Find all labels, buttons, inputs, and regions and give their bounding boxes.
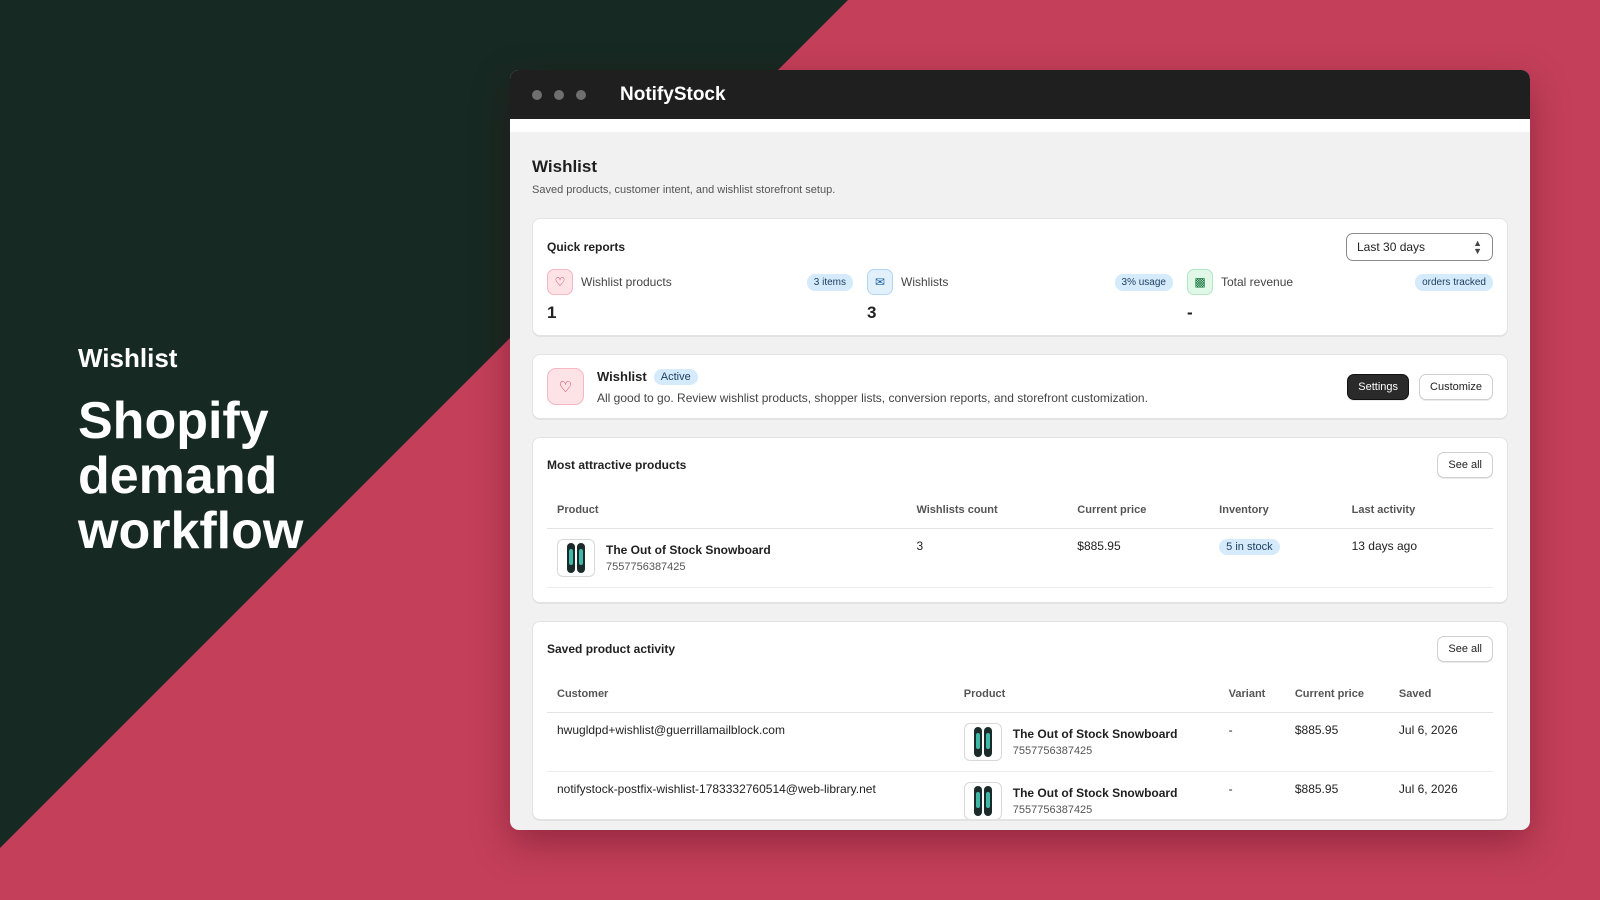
attractive-products-table: Product Wishlists count Current price In…	[547, 496, 1493, 588]
column-header: Product	[547, 496, 907, 529]
current-price: $885.95	[1067, 528, 1210, 588]
saved-activity-table: Customer Product Variant Current price S…	[547, 680, 1493, 819]
column-header: Variant	[1218, 680, 1285, 713]
page-title: Wishlist	[532, 157, 598, 176]
column-header: Current price	[1067, 496, 1210, 529]
column-header: Customer	[547, 680, 954, 713]
stat-value: 3	[867, 303, 877, 322]
product-id: 7557756387425	[1012, 745, 1093, 757]
snowboard-thumbnail	[963, 723, 1002, 761]
table-row[interactable]: notifystock-postfix-wishlist-17833327605…	[547, 771, 1493, 819]
snowboard-thumbnail	[963, 782, 1002, 819]
product-name[interactable]: The Out of Stock Snowboard	[1013, 786, 1178, 800]
customer-email: hwugldpd+wishlist@guerrillamailblock.com	[547, 712, 954, 772]
stat-wishlist-products: ♡ Wishlist products 3 items 1	[547, 269, 867, 323]
date-range-value: Last 30 days	[1357, 240, 1426, 254]
stat-label: Total revenue	[1221, 275, 1294, 289]
column-header: Inventory	[1209, 496, 1342, 529]
chart-icon: ▩	[1187, 269, 1213, 295]
saved-activity-card: Saved product activity See all Customer …	[532, 621, 1508, 820]
banner-description: All good to go. Review wishlist products…	[597, 390, 1148, 405]
hero-section: Wishlist Shopify demand workflow	[78, 343, 408, 559]
window-close-dot[interactable]	[532, 89, 542, 100]
attractive-products-card: Most attractive products See all Product…	[532, 437, 1508, 603]
date-range-select[interactable]: Last 30 days ▲ ▼	[1346, 233, 1493, 261]
select-chevron-icon: ▲ ▼	[1473, 238, 1482, 256]
snowboard-thumbnail	[557, 539, 595, 577]
stat-total-revenue: ▩ Total revenue orders tracked -	[1187, 269, 1493, 323]
column-header: Saved	[1388, 680, 1493, 713]
column-header: Current price	[1284, 680, 1389, 713]
attractive-products-title: Most attractive products	[547, 458, 687, 472]
hero-headline: Shopify demand workflow	[78, 392, 304, 560]
product-id: 7557756387425	[1012, 804, 1093, 816]
stat-wishlists: ✉ Wishlists 3% usage 3	[867, 269, 1187, 323]
stat-value: 1	[547, 303, 557, 322]
app-title: NotifyStock	[620, 83, 726, 105]
main-content: Wishlist Saved products, customer intent…	[510, 132, 1530, 820]
heart-icon: ♡	[547, 269, 573, 295]
mail-icon: ✉	[867, 269, 893, 295]
inventory-badge: 5 in stock	[1219, 539, 1280, 555]
window-minimize-dot[interactable]	[554, 89, 564, 100]
page-subtitle: Saved products, customer intent, and wis…	[532, 184, 836, 196]
saved-date: Jul 6, 2026	[1388, 712, 1493, 772]
stat-label: Wishlist products	[581, 275, 672, 289]
current-price: $885.95	[1284, 712, 1389, 772]
status-badge: Active	[653, 368, 698, 385]
wishlist-status-banner: ♡ Wishlist Active All good to go. Review…	[532, 354, 1508, 419]
table-row[interactable]: The Out of Stock Snowboard 7557756387425…	[547, 528, 1493, 588]
quick-reports-title: Quick reports	[547, 240, 626, 254]
heart-icon: ♡	[547, 368, 584, 405]
banner-title: Wishlist	[597, 369, 647, 384]
see-all-button[interactable]: See all	[1437, 636, 1493, 662]
window-maximize-dot[interactable]	[576, 89, 586, 100]
stat-badge: 3% usage	[1114, 273, 1173, 291]
quick-reports-card: Quick reports Last 30 days ▲ ▼ ♡ Wishlist…	[532, 218, 1508, 336]
product-name[interactable]: The Out of Stock Snowboard	[606, 543, 771, 557]
customize-button[interactable]: Customize	[1419, 373, 1493, 400]
variant: -	[1218, 771, 1285, 819]
see-all-button[interactable]: See all	[1437, 452, 1493, 478]
saved-date: Jul 6, 2026	[1388, 771, 1493, 819]
hero-eyebrow: Wishlist	[78, 343, 178, 373]
stat-value: -	[1187, 303, 1193, 322]
product-name[interactable]: The Out of Stock Snowboard	[1013, 727, 1178, 741]
customer-email: notifystock-postfix-wishlist-17833327605…	[547, 771, 954, 819]
saved-activity-title: Saved product activity	[547, 642, 676, 656]
stat-badge: orders tracked	[1415, 273, 1493, 291]
column-header: Wishlists count	[906, 496, 1068, 529]
last-activity: 13 days ago	[1341, 528, 1493, 588]
variant: -	[1218, 712, 1285, 772]
window-topbar	[510, 119, 1530, 132]
window-titlebar: NotifyStock	[510, 70, 1530, 119]
app-window: NotifyStock Wishlist Saved products, cus…	[510, 70, 1530, 830]
column-header: Product	[953, 680, 1219, 713]
product-id: 7557756387425	[606, 561, 686, 573]
table-row[interactable]: hwugldpd+wishlist@guerrillamailblock.com…	[547, 712, 1493, 772]
stat-badge: 3 items	[806, 273, 853, 291]
column-header: Last activity	[1341, 496, 1493, 529]
wishlists-count: 3	[906, 528, 1068, 588]
stat-label: Wishlists	[901, 275, 949, 289]
settings-button[interactable]: Settings	[1347, 373, 1410, 400]
current-price: $885.95	[1284, 771, 1389, 819]
